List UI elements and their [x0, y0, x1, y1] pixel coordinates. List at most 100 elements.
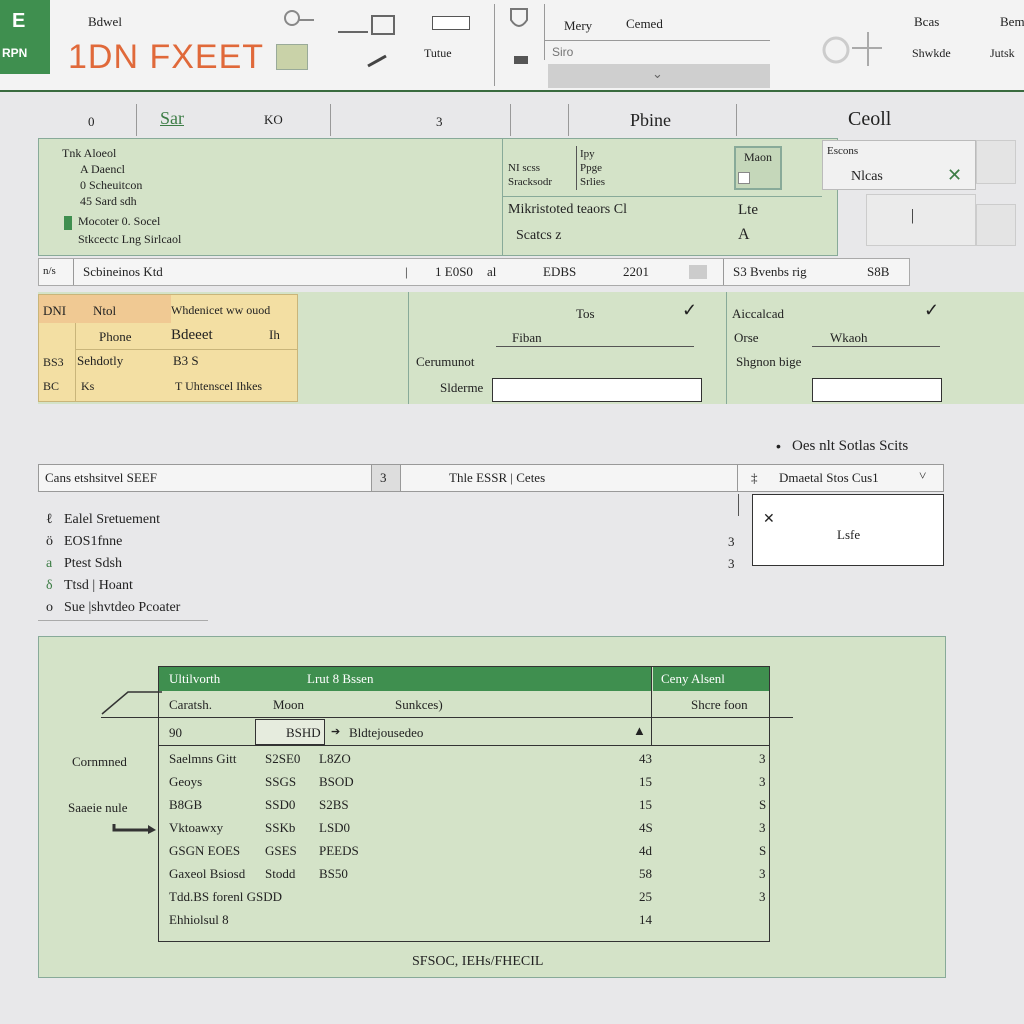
search-input[interactable]: [548, 42, 768, 62]
table-row[interactable]: Saelmns Gitt S2SE0 L8ZO 43 3: [159, 751, 769, 775]
chevron-down-icon[interactable]: ˅: [919, 468, 926, 484]
ribbon-sub-1[interactable]: Tutue: [424, 46, 452, 61]
form-label: Slderme: [440, 380, 484, 395]
table-cell: PEEDS: [319, 843, 359, 858]
filter-bar: Cans etshsitvel SEEF 3 Thle ESSR | Cetes…: [38, 464, 944, 492]
text-field-2[interactable]: [812, 378, 942, 402]
bucket-icon[interactable]: [512, 54, 530, 66]
arrow-right-icon: ➔: [331, 726, 341, 738]
side-card-2[interactable]: |: [866, 194, 976, 246]
close-icon[interactable]: ✕: [763, 511, 775, 528]
picture-icon[interactable]: [276, 44, 308, 70]
table-row[interactable]: Geoys SSGS BSOD 15 3: [159, 774, 769, 798]
col-header-d[interactable]: 3: [436, 114, 443, 130]
filter-a[interactable]: 90: [169, 725, 182, 741]
table-subheader[interactable]: Shcre foon: [691, 697, 748, 713]
table-row[interactable]: Vktoawxy SSKb LSD0 4S 3: [159, 820, 769, 844]
bar1-right: S3 Bvenbs rig: [733, 264, 807, 279]
ribbon-tab-4[interactable]: Bcas: [914, 14, 939, 30]
col-header-e[interactable]: Pbine: [630, 110, 671, 131]
yellow-item: DNI: [43, 303, 67, 318]
list-item[interactable]: Ttsd | Hoant: [64, 578, 133, 594]
ribbon-sub-2[interactable]: Shwkde: [912, 46, 951, 61]
textbox-icon[interactable]: [432, 16, 470, 30]
value-cell-text: Maon: [744, 150, 772, 164]
table-cell: Vktoawxy: [169, 820, 224, 835]
sort-icon[interactable]: ‡: [751, 470, 758, 486]
table-row[interactable]: Tdd.BS forenl GSDD 25 3: [159, 889, 769, 913]
grid-icon[interactable]: [976, 204, 1016, 246]
app-logo[interactable]: E RPN: [0, 0, 50, 74]
table-cell: B8GB: [169, 797, 203, 812]
table-header-left[interactable]: Ultilvorth: [169, 671, 220, 687]
table-subheader[interactable]: Moon: [273, 697, 304, 713]
row2-label: Mikristoted teaors Cl: [508, 202, 627, 217]
row2-sub: Scatcs z: [516, 228, 562, 243]
bar1-left: Scbineinos Ktd: [83, 264, 163, 279]
toggle-icon[interactable]: [689, 265, 707, 279]
list-item[interactable]: Sue |shvtdeo Pcoater: [64, 600, 180, 616]
table-side-label: Cornmned: [72, 754, 127, 769]
options-link[interactable]: Oes nlt Sotlas Scits: [792, 438, 908, 455]
filter-b: BSHD: [286, 725, 321, 740]
col-header-c[interactable]: KO: [264, 112, 283, 128]
ribbon-divider: [494, 4, 495, 86]
col-header-b[interactable]: Sar: [160, 108, 184, 129]
bar2-num-cell[interactable]: 3: [371, 465, 401, 491]
ribbon-rule: [544, 40, 770, 41]
form-label: Cerumunot: [416, 354, 475, 369]
yellow-item: Ks: [81, 379, 95, 393]
popup-dialog[interactable]: ✕ Lsfe: [752, 494, 944, 566]
list-item[interactable]: EOS1fnne: [64, 534, 122, 550]
side-card[interactable]: Escons Nlcas ✕: [822, 140, 976, 190]
col-header-a[interactable]: 0: [88, 114, 95, 130]
dropdown-bar[interactable]: ⌄: [548, 64, 770, 88]
sort-icon[interactable]: ▲: [633, 723, 646, 739]
filter-dropdown[interactable]: BSHD: [255, 719, 325, 745]
list-item[interactable]: Ptest Sdsh: [64, 556, 122, 572]
info-line: Mocoter 0. Socel: [78, 214, 161, 228]
text-field-1[interactable]: [492, 378, 702, 402]
info-line: 45 Sard sdh: [80, 194, 137, 208]
table-row[interactable]: Ehhiolsul 8 14: [159, 912, 769, 936]
table-row[interactable]: Gaxeol Bsiosd Stodd BS50 58 3: [159, 866, 769, 890]
brush-icon[interactable]: [282, 8, 316, 30]
table-subheader[interactable]: Caratsh.: [169, 697, 212, 713]
form-label: Tos: [576, 306, 595, 321]
table-cell: S: [759, 797, 767, 812]
ribbon-tab-2[interactable]: Mery: [564, 18, 592, 34]
yellow-card: DNI Ntol Whdenicet ww ouod Phone Bdeeet …: [38, 294, 298, 402]
table-header-right-label[interactable]: Ceny Alsenl: [661, 671, 725, 687]
logo-letter: E: [12, 10, 26, 32]
side-card-value: Nlcas: [851, 169, 883, 184]
shield-icon[interactable]: [508, 6, 530, 34]
table-row[interactable]: B8GB SSD0 S2BS 15 S: [159, 797, 769, 821]
table-cell: 3: [759, 820, 766, 835]
ribbon-sub-3[interactable]: Jutsk: [990, 46, 1015, 61]
ribbon-tab-1[interactable]: Bdwel: [88, 14, 122, 30]
bar2-num: 3: [380, 470, 387, 485]
grid-icon[interactable]: [976, 140, 1016, 184]
table-subheader[interactable]: Sunkces): [395, 697, 443, 713]
yellow-item: Phone: [99, 329, 132, 344]
form-label: Wkaoh: [830, 330, 868, 345]
filter-c[interactable]: Bldtejousedeo: [349, 725, 423, 741]
ruler-icon[interactable]: [338, 14, 398, 36]
close-icon[interactable]: ✕: [947, 165, 962, 186]
col-header-f[interactable]: Ceoll: [848, 108, 891, 131]
column-header-row: 0 Sar KO 3 Pbine Ceoll: [40, 104, 1020, 136]
ribbon-tab-5[interactable]: Bem: [1000, 14, 1024, 30]
list-item[interactable]: Ealel Sretuement: [64, 512, 160, 528]
table-cell: 15: [639, 797, 652, 812]
table-header-mid[interactable]: Lrut 8 Bssen: [307, 671, 373, 687]
bar2-left: Cans etshsitvel SEEF: [45, 470, 157, 485]
col-divider: [568, 104, 569, 136]
link-arrow-icon[interactable]: •: [776, 438, 781, 454]
info-mid-line: Srlies: [580, 176, 606, 188]
value-cell[interactable]: Maon: [734, 146, 782, 190]
table-row[interactable]: GSGN EOES GSES PEEDS 4d S: [159, 843, 769, 867]
pen-icon[interactable]: [366, 54, 390, 68]
add-icon[interactable]: [816, 28, 886, 68]
ribbon-tab-3[interactable]: Cemed: [626, 16, 663, 32]
checkbox-icon[interactable]: [738, 172, 750, 184]
